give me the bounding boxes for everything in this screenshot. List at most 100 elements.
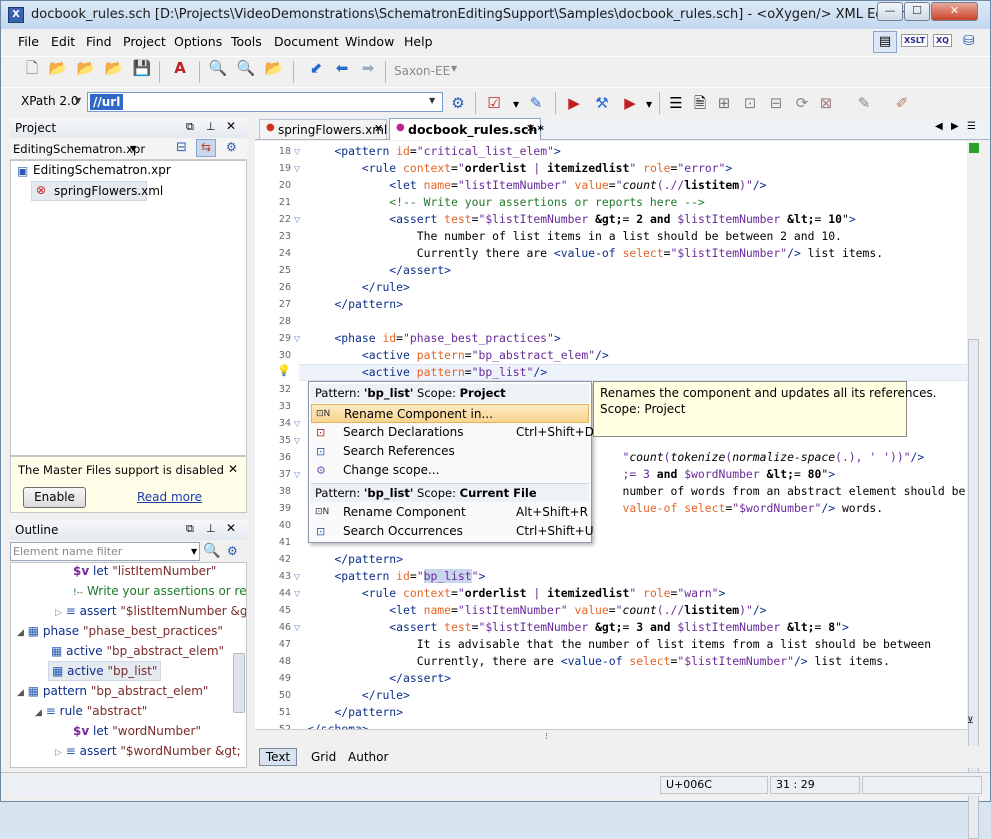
menu-document[interactable]: Document — [274, 34, 339, 49]
xpath-version-select[interactable]: XPath 2.0 — [21, 94, 78, 108]
menu-file[interactable]: File — [18, 34, 39, 49]
back-icon[interactable]: ⬅ — [331, 57, 353, 79]
minimize-button[interactable]: — — [877, 2, 903, 21]
tag-icon[interactable]: ✐ — [891, 92, 913, 114]
run-transform-icon[interactable]: ▶ — [563, 92, 585, 114]
fold-toggle-icon[interactable]: ▽ — [294, 330, 300, 347]
apply-transform-icon[interactable]: ⬋ — [305, 57, 327, 79]
outline-row[interactable]: !-- Write your assertions or re — [73, 581, 246, 601]
menu-window[interactable]: Window — [345, 34, 394, 49]
code-line[interactable]: </pattern> — [307, 551, 403, 568]
outline-row[interactable]: ◢ ≡ rule "abstract" — [35, 701, 147, 721]
expand-icon[interactable]: ▷ — [55, 608, 62, 618]
code-line[interactable]: The number of list items in a list shoul… — [307, 228, 842, 245]
fold-toggle-icon[interactable]: ▽ — [294, 415, 300, 432]
outline-row[interactable]: ▷ ≡ assert "$listItemNumber &gt — [55, 601, 246, 621]
settings-icon[interactable]: ⚙ — [227, 544, 238, 558]
menu-help[interactable]: Help — [404, 34, 433, 49]
validate-icon[interactable]: ☑ — [483, 92, 505, 114]
code-line[interactable]: </pattern> — [307, 704, 403, 721]
code-line[interactable]: <let name="listItemNumber" value="count(… — [307, 602, 766, 619]
split-icon[interactable]: ⊻ — [967, 716, 974, 726]
code-line[interactable]: It is advisable that the number of list … — [307, 636, 931, 653]
outline-row[interactable]: ◢ ▦ pattern "bp_abstract_elem" — [17, 681, 208, 701]
xpath-input[interactable]: //url — [87, 92, 443, 112]
menu-search-occurrences[interactable]: ⊡ Search Occurrences Ctrl+Shift+U — [311, 522, 594, 541]
tab-grid[interactable]: Grid — [311, 750, 336, 764]
fold-toggle-icon[interactable]: ▽ — [294, 585, 300, 602]
close-button[interactable]: ✕ — [931, 2, 978, 21]
menu-tools[interactable]: Tools — [231, 34, 262, 49]
forward-icon[interactable]: ➡ — [357, 57, 379, 79]
open-icon[interactable]: 📂 — [47, 57, 69, 79]
chevron-down-icon[interactable]: ▼ — [130, 144, 136, 153]
menu-options[interactable]: Options — [174, 34, 222, 49]
collapse-icon[interactable]: ◢ — [35, 708, 42, 718]
project-file-select[interactable]: EditingSchematron.xpr — [13, 142, 145, 156]
code-line[interactable]: <pattern id="critical_list_elem"> — [307, 143, 560, 160]
code-line[interactable]: </assert> — [307, 262, 451, 279]
read-more-link[interactable]: Read more — [137, 490, 202, 504]
collapse-icon[interactable]: ⊟ — [176, 140, 187, 155]
tab-list-icon[interactable]: ☰ — [967, 121, 976, 132]
edit-icon[interactable]: ✎ — [853, 92, 875, 114]
code-line[interactable]: </schema> — [307, 721, 369, 729]
format-indent-icon[interactable]: ☰ — [665, 92, 687, 114]
outline-row[interactable]: ▦ active "bp_abstract_elem" — [51, 641, 224, 661]
chevron-down-icon[interactable]: ▼ — [429, 96, 435, 105]
print-preview-icon[interactable]: A — [169, 57, 191, 79]
debug-transform-icon[interactable]: ▶ — [619, 92, 641, 114]
menu-search-declarations[interactable]: ⊡ Search Declarations Ctrl+Shift+D — [311, 423, 594, 442]
float-icon[interactable]: ⧉ — [186, 120, 194, 134]
xpath-icon[interactable]: ⊡ — [739, 92, 761, 114]
code-line[interactable]: <rule context="orderlist | itemizedlist"… — [307, 585, 726, 602]
fold-toggle-icon[interactable]: ▽ — [294, 211, 300, 228]
fold-toggle-icon[interactable]: ▽ — [294, 466, 300, 483]
code-line[interactable]: </rule> — [307, 279, 410, 296]
reopen-icon[interactable]: 📂 — [103, 57, 125, 79]
code-line[interactable]: <assert test="$listItemNumber &gt;= 2 an… — [307, 211, 855, 228]
outline-icon[interactable]: ⊟ — [765, 92, 787, 114]
outline-filter-input[interactable]: Element name filter ▼ — [10, 542, 200, 561]
code-line[interactable]: <active pattern="bp_list"/> — [307, 364, 547, 381]
transformation-engine-select[interactable]: Saxon-EE — [394, 64, 450, 78]
tab-author[interactable]: Author — [348, 750, 388, 764]
find-in-files-icon[interactable]: 🔍 — [235, 57, 257, 79]
tab-left-icon[interactable]: ◀ — [935, 121, 943, 132]
code-line[interactable]: <rule context="orderlist | itemizedlist"… — [307, 160, 732, 177]
chevron-down-icon[interactable]: ▼ — [451, 64, 457, 73]
close-tab-icon[interactable]: ✕ — [526, 122, 535, 135]
chevron-down-icon[interactable]: ▼ — [646, 100, 652, 109]
code-line[interactable]: <assert test="$listItemNumber &gt;= 3 an… — [307, 619, 849, 636]
code-line[interactable]: <!-- Write your assertions or reports he… — [307, 194, 704, 211]
close-panel-icon[interactable]: ✕ — [226, 119, 236, 133]
code-line[interactable]: Currently there are <value-of select="$l… — [307, 245, 883, 262]
close-doc-icon[interactable]: ⊠ — [815, 92, 837, 114]
chevron-down-icon[interactable]: ▼ — [191, 547, 197, 556]
project-child-selected[interactable]: ⊗ springFlowers.xml — [31, 181, 163, 201]
xquery-perspective-icon[interactable]: XQ — [933, 34, 952, 47]
code-line[interactable]: </assert> — [307, 670, 451, 687]
fold-toggle-icon[interactable]: ▽ — [294, 160, 300, 177]
close-panel-icon[interactable]: ✕ — [226, 521, 236, 535]
tree-icon[interactable]: ⊞ — [713, 92, 735, 114]
collapse-icon[interactable]: ◢ — [17, 688, 24, 698]
fold-toggle-icon[interactable]: ▽ — [294, 143, 300, 160]
menu-project[interactable]: Project — [123, 34, 166, 49]
float-icon[interactable]: ⧉ — [186, 522, 194, 536]
dismiss-icon[interactable]: ✕ — [228, 462, 238, 476]
xslt-perspective-icon[interactable]: XSLT — [901, 34, 929, 47]
outline-row[interactable]: $v let "wordNumber" — [73, 721, 201, 741]
menu-rename-component[interactable]: ⊡N Rename Component Alt+Shift+R — [311, 503, 589, 522]
settings-icon[interactable]: ⚙ — [226, 140, 237, 154]
code-line[interactable]: </rule> — [307, 687, 410, 704]
configure-transform-icon[interactable]: ⚒ — [591, 92, 613, 114]
tab-docbook-rules[interactable]: ● docbook_rules.sch* ✕ — [389, 118, 544, 140]
code-line[interactable]: </pattern> — [307, 296, 403, 313]
expand-icon[interactable]: ▷ — [55, 748, 62, 758]
outline-scrollbar-thumb[interactable] — [233, 653, 245, 713]
code-line[interactable]: Currently, there are <value-of select="$… — [307, 653, 890, 670]
open-url-icon[interactable]: 📂 — [75, 57, 97, 79]
document-icon[interactable]: 🗎 — [689, 92, 711, 114]
fold-toggle-icon[interactable]: ▽ — [294, 619, 300, 636]
